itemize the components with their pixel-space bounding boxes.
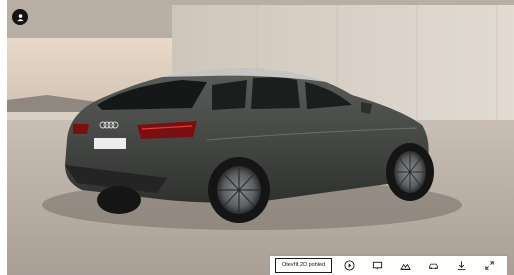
download-icon[interactable] (450, 256, 472, 275)
view-mode-icon[interactable] (12, 9, 28, 25)
landscape-icon[interactable] (394, 256, 416, 275)
viewer-toolbar: Otevřít 2D pohled (270, 256, 507, 275)
car-configurator-viewer[interactable] (7, 0, 514, 275)
car-3d-render[interactable] (7, 0, 514, 275)
car-view-icon[interactable] (422, 256, 444, 275)
fullscreen-icon[interactable] (478, 256, 500, 275)
open-2d-view-button[interactable]: Otevřít 2D pohled (275, 258, 333, 273)
play-icon[interactable] (338, 256, 360, 275)
screen-icon[interactable] (366, 256, 388, 275)
